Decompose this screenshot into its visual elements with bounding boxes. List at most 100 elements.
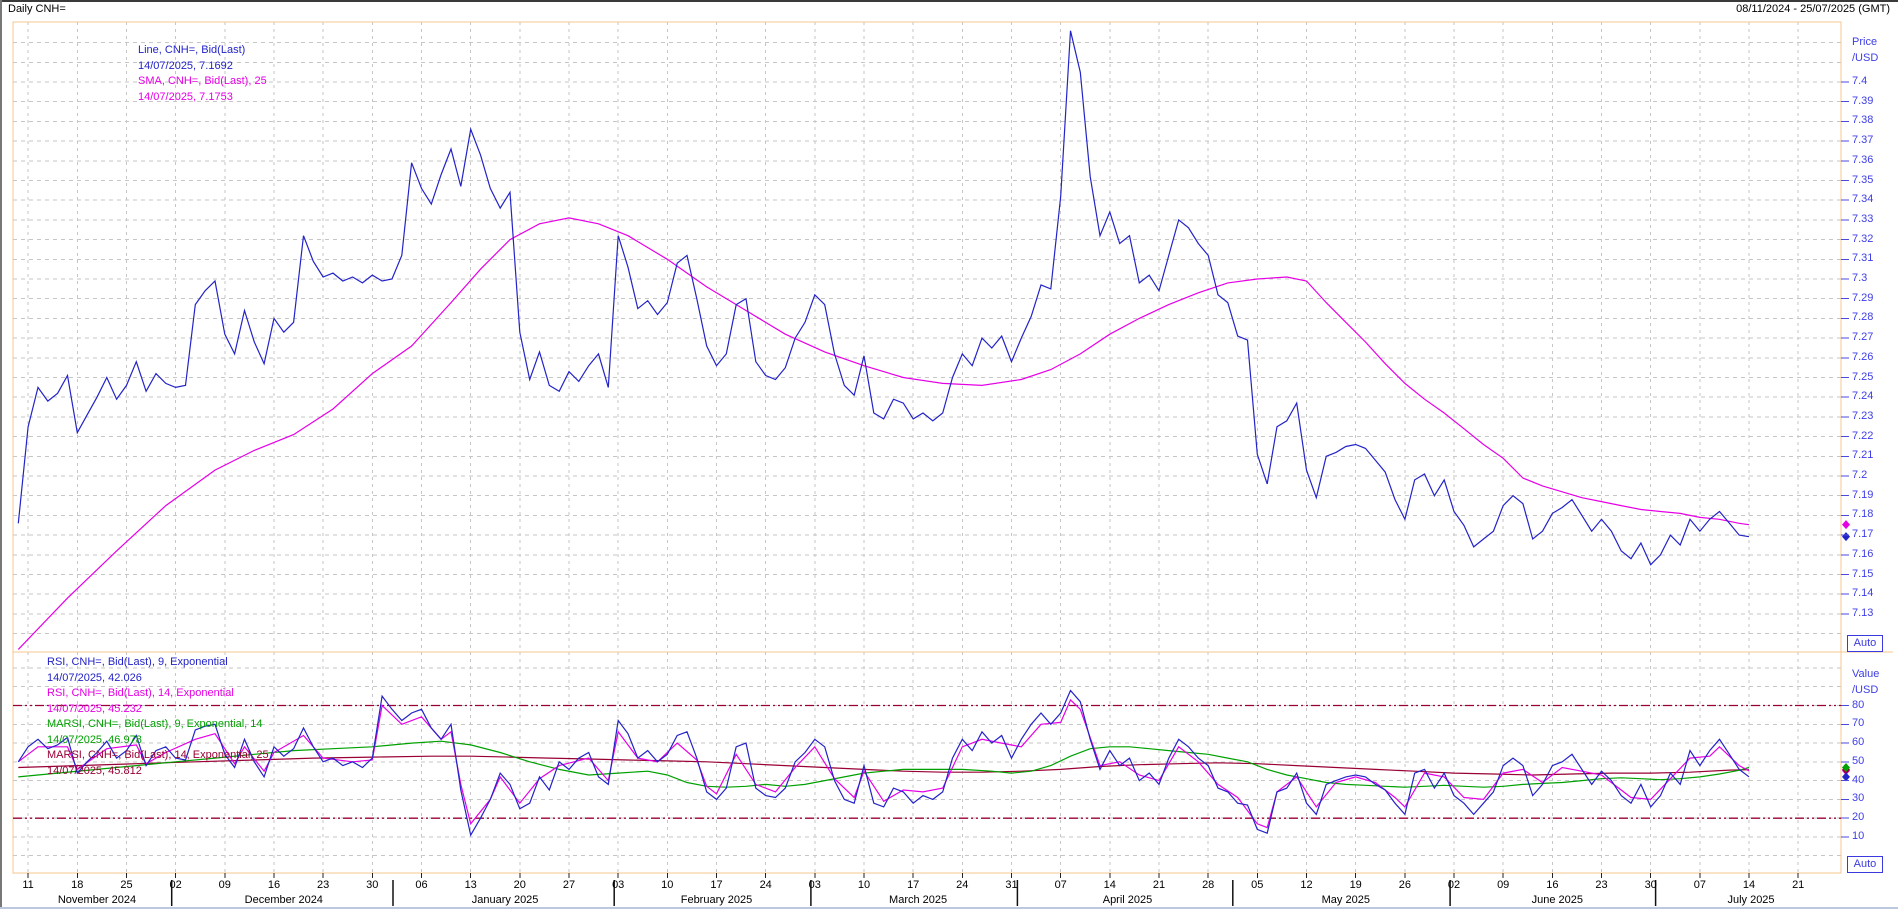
x-tick-label: 30 — [1645, 879, 1657, 892]
x-tick-label: 12 — [1300, 879, 1312, 892]
x-tick-label: 24 — [956, 879, 968, 892]
chart-application-window: Daily CNH= 08/11/2024 - 25/07/2025 (GMT)… — [0, 0, 1898, 909]
rsi-chart-area[interactable] — [13, 652, 1841, 873]
x-tick-label: 25 — [120, 879, 132, 892]
x-tick-label: 20 — [514, 879, 526, 892]
price-tick-label: 7.13 — [1852, 607, 1873, 620]
x-tick-label: 19 — [1350, 879, 1362, 892]
value-tick-label: 70 — [1852, 717, 1864, 730]
legend-line: 14/07/2025, 46.978 — [47, 734, 142, 747]
x-tick-label: 17 — [907, 879, 919, 892]
legend-line: Line, CNH=, Bid(Last) — [138, 44, 245, 57]
legend-line: 14/07/2025, 7.1692 — [138, 60, 233, 73]
price-tick-label: 7.28 — [1852, 311, 1873, 324]
x-tick-label: 26 — [1399, 879, 1411, 892]
month-label: November 2024 — [58, 894, 136, 907]
last-value-marker-blue — [1842, 532, 1850, 541]
month-label: June 2025 — [1532, 894, 1583, 907]
value-tick-label: 80 — [1852, 699, 1864, 712]
month-label: April 2025 — [1103, 894, 1153, 907]
price-tick-label: 7.19 — [1852, 489, 1873, 502]
price-tick-label: 7.16 — [1852, 548, 1873, 561]
x-tick-label: 03 — [809, 879, 821, 892]
legend-line: RSI, CNH=, Bid(Last), 14, Exponential — [47, 687, 234, 700]
legend-line: MARSI, CNH=, Bid(Last), 14, Exponential,… — [47, 749, 269, 762]
month-label: March 2025 — [889, 894, 947, 907]
x-tick-label: 21 — [1153, 879, 1165, 892]
x-tick-label: 23 — [1595, 879, 1607, 892]
rsi-last-value-marker-blue — [1842, 772, 1850, 781]
price-tick-label: 7.39 — [1852, 95, 1873, 108]
x-tick-label: 21 — [1792, 879, 1804, 892]
price-tick-label: 7.27 — [1852, 331, 1873, 344]
price-tick-label: 7.35 — [1852, 174, 1873, 187]
price-tick-label: 7.21 — [1852, 449, 1873, 462]
value-axis-unit: /USD — [1852, 684, 1878, 697]
x-tick-label: 30 — [366, 879, 378, 892]
price-axis-title: Price — [1852, 36, 1877, 49]
legend-line: 14/07/2025, 7.1753 — [138, 91, 233, 104]
price-tick-label: 7.15 — [1852, 568, 1873, 581]
x-tick-label: 14 — [1104, 879, 1116, 892]
x-tick-label: 09 — [1497, 879, 1509, 892]
legend-line: SMA, CNH=, Bid(Last), 25 — [138, 75, 267, 88]
x-tick-label: 07 — [1055, 879, 1067, 892]
x-tick-label: 06 — [415, 879, 427, 892]
x-tick-label: 23 — [317, 879, 329, 892]
price-tick-label: 7.3 — [1852, 272, 1867, 285]
price-tick-label: 7.36 — [1852, 154, 1873, 167]
x-tick-label: 11 — [22, 879, 33, 892]
value-tick-label: 60 — [1852, 736, 1864, 749]
x-tick-label: 24 — [760, 879, 772, 892]
price-tick-label: 7.2 — [1852, 469, 1867, 482]
price-tick-label: 7.24 — [1852, 390, 1873, 403]
value-tick-label: 30 — [1852, 792, 1864, 805]
value-tick-label: 10 — [1852, 830, 1864, 843]
price-tick-label: 7.34 — [1852, 193, 1873, 206]
x-tick-label: 27 — [563, 879, 575, 892]
value-tick-label: 40 — [1852, 774, 1864, 787]
x-tick-label: 10 — [661, 879, 673, 892]
x-tick-label: 09 — [219, 879, 231, 892]
price-axis-unit: /USD — [1852, 52, 1878, 65]
x-tick-label: 28 — [1202, 879, 1214, 892]
x-tick-label: 10 — [858, 879, 870, 892]
price-tick-label: 7.23 — [1852, 410, 1873, 423]
value-axis-title: Value — [1852, 668, 1879, 681]
price-tick-label: 7.4 — [1852, 75, 1867, 88]
x-tick-label: 16 — [268, 879, 280, 892]
price-tick-label: 7.26 — [1852, 351, 1873, 364]
x-tick-label: 07 — [1694, 879, 1706, 892]
price-tick-label: 7.37 — [1852, 134, 1873, 147]
legend-line: 14/07/2025, 45.232 — [47, 703, 142, 716]
price-tick-label: 7.32 — [1852, 233, 1873, 246]
price-tick-label: 7.33 — [1852, 213, 1873, 226]
x-tick-label: 31 — [1005, 879, 1017, 892]
legend-line: 14/07/2025, 45.812 — [47, 765, 142, 778]
x-tick-label: 02 — [169, 879, 181, 892]
price-tick-label: 7.17 — [1852, 528, 1873, 541]
price-tick-label: 7.25 — [1852, 371, 1873, 384]
last-value-marker-magenta — [1842, 520, 1850, 529]
x-tick-label: 17 — [710, 879, 722, 892]
price-tick-label: 7.29 — [1852, 292, 1873, 305]
month-label: January 2025 — [472, 894, 539, 907]
month-label: February 2025 — [681, 894, 753, 907]
value-tick-label: 20 — [1852, 811, 1864, 824]
x-tick-label: 05 — [1251, 879, 1263, 892]
month-label: May 2025 — [1322, 894, 1370, 907]
x-tick-label: 16 — [1546, 879, 1558, 892]
value-axis-auto-button[interactable]: Auto — [1847, 856, 1883, 873]
legend-line: 14/07/2025, 42.026 — [47, 672, 142, 685]
legend-line: MARSI, CNH=, Bid(Last), 9, Exponential, … — [47, 718, 263, 731]
x-tick-label: 13 — [465, 879, 477, 892]
price-tick-label: 7.31 — [1852, 252, 1873, 265]
price-axis-auto-button[interactable]: Auto — [1847, 635, 1883, 652]
x-tick-label: 14 — [1743, 879, 1755, 892]
x-tick-label: 02 — [1448, 879, 1460, 892]
price-chart-area[interactable] — [13, 22, 1841, 652]
month-label: July 2025 — [1727, 894, 1774, 907]
price-tick-label: 7.38 — [1852, 114, 1873, 127]
price-tick-label: 7.22 — [1852, 430, 1873, 443]
value-tick-label: 50 — [1852, 755, 1864, 768]
